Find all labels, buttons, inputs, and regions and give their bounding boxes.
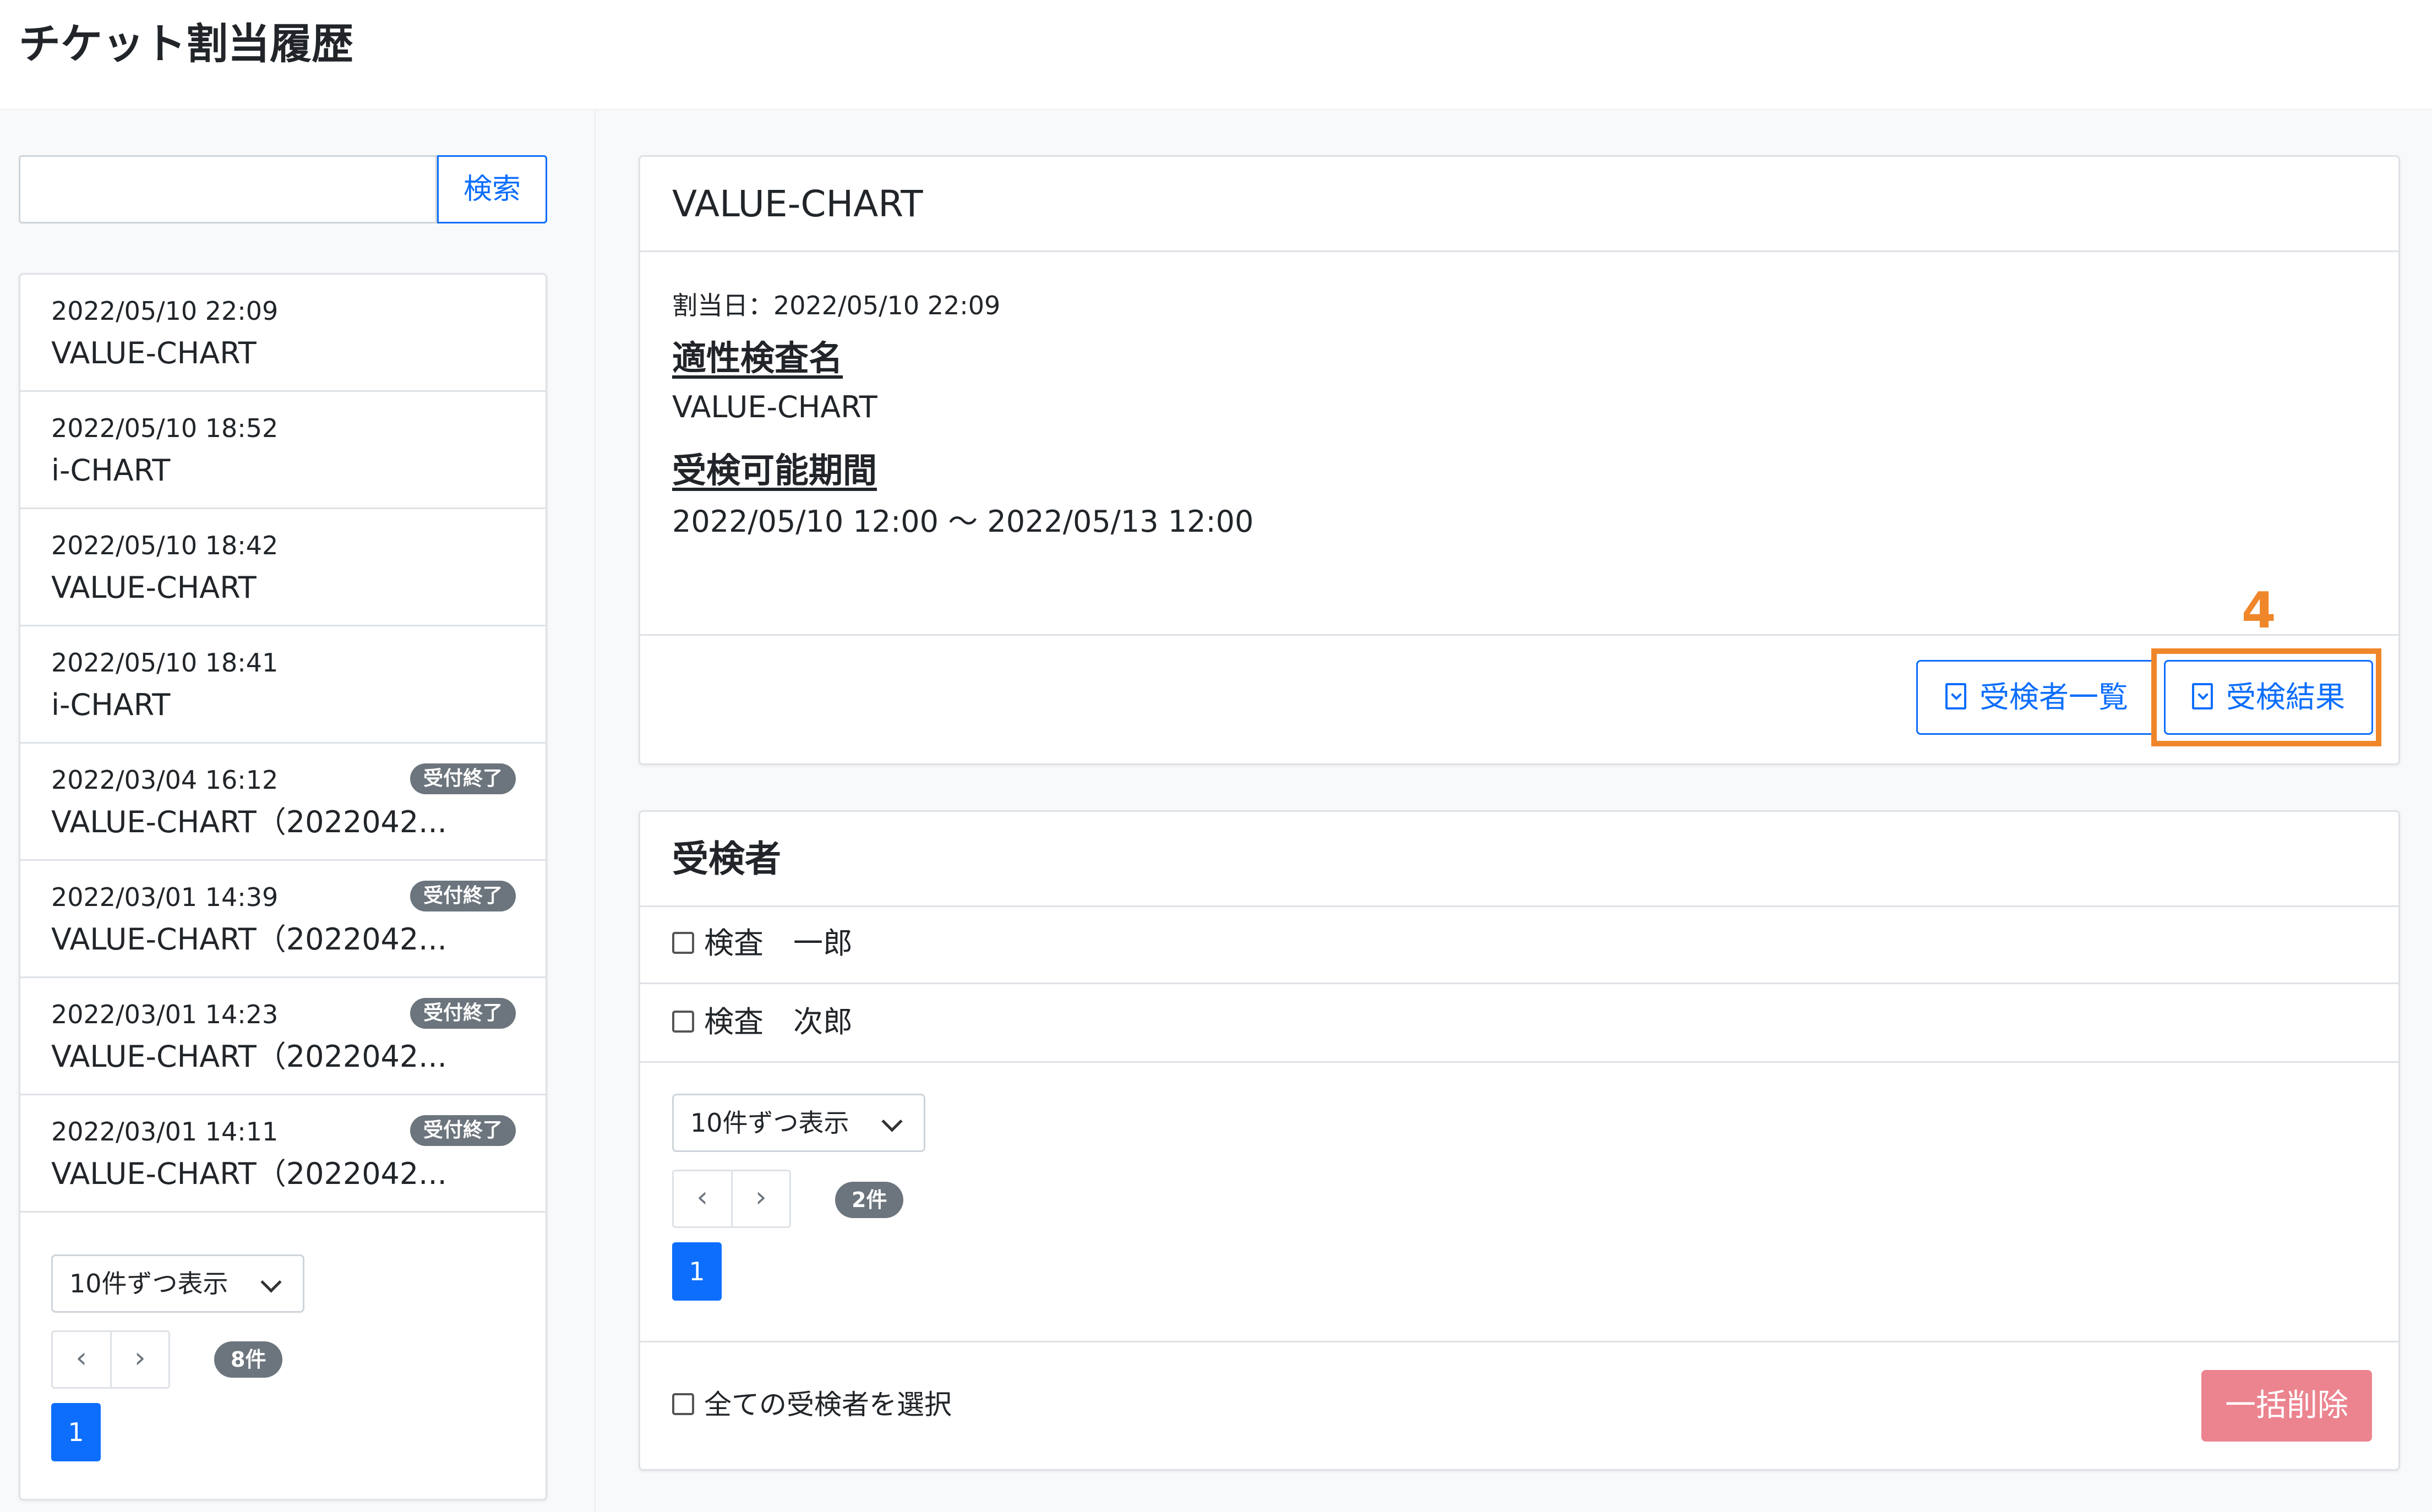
- ticket-detail-card: VALUE-CHART 割当日：2022/05/10 22:09 適性検査名 V…: [639, 155, 2400, 765]
- status-badge-closed: 受付終了: [410, 763, 516, 794]
- history-list-item[interactable]: 2022/05/10 18:52 i-CHART: [20, 392, 546, 509]
- total-count-badge: 2件: [835, 1182, 904, 1218]
- per-page-value: 10件ずつ表示: [690, 1108, 849, 1138]
- examinee-checkbox[interactable]: [672, 1011, 694, 1033]
- history-date: 2022/03/01 14:39: [51, 882, 279, 912]
- examinee-checkbox[interactable]: [672, 932, 694, 954]
- next-page-button[interactable]: ›: [110, 1332, 169, 1387]
- search-input[interactable]: [19, 155, 437, 223]
- ticket-title: VALUE-CHART: [672, 183, 923, 225]
- file-download-icon: [1945, 683, 1966, 709]
- card-footer: 全ての受検者を選択 一括削除: [640, 1341, 2398, 1469]
- history-test-name: VALUE-CHART: [51, 570, 257, 605]
- card-header: 受検者: [640, 812, 2398, 907]
- history-test-name: i-CHART: [51, 687, 171, 722]
- examinee-list-label: 受検者一覧: [1980, 680, 2128, 714]
- history-panel: 検索 2022/05/10 22:09 VALUE-CHART 2022/05/…: [0, 110, 596, 1512]
- period-heading: 受検可能期間: [672, 450, 877, 490]
- history-date: 2022/05/10 22:09: [51, 296, 279, 326]
- prev-page-button[interactable]: ‹: [674, 1171, 731, 1226]
- app-root: チケット割当履歴 検索 2022/05/10 22:09 VALUE-CHART…: [0, 0, 2432, 1512]
- assign-date: 割当日：2022/05/10 22:09: [672, 291, 1001, 320]
- bulk-delete-button[interactable]: 一括削除: [2201, 1370, 2372, 1442]
- status-badge-closed: 受付終了: [410, 998, 516, 1029]
- top-bar: チケット割当履歴: [0, 0, 2432, 110]
- pager-buttons: ‹ ›: [51, 1330, 170, 1389]
- history-test-name: VALUE-CHART: [51, 336, 257, 370]
- status-badge-closed: 受付終了: [410, 1115, 516, 1146]
- history-list: 2022/05/10 22:09 VALUE-CHART 2022/05/10 …: [19, 273, 547, 1500]
- per-page-select[interactable]: 10件ずつ表示: [672, 1094, 925, 1152]
- page-number-1[interactable]: 1: [51, 1403, 101, 1461]
- history-test-name: VALUE-CHART（2022042...: [51, 805, 447, 839]
- per-page-value: 10件ずつ表示: [69, 1269, 228, 1298]
- chevron-down-icon: [260, 1271, 282, 1293]
- page-number-1[interactable]: 1: [672, 1242, 722, 1301]
- history-test-name: VALUE-CHART（2022042...: [51, 1156, 447, 1191]
- history-test-name: VALUE-CHART（2022042...: [51, 1039, 447, 1074]
- select-all-label: 全ての受検者を選択: [704, 1389, 952, 1421]
- history-test-name: i-CHART: [51, 453, 171, 488]
- pager-buttons: ‹ ›: [672, 1170, 791, 1228]
- status-badge-closed: 受付終了: [410, 881, 516, 911]
- history-pagination: 10件ずつ表示 ‹ › 8件 1: [20, 1221, 546, 1497]
- select-all-checkbox[interactable]: [672, 1393, 694, 1415]
- history-date: 2022/03/01 14:23: [51, 1000, 279, 1029]
- card-header: VALUE-CHART: [640, 157, 2398, 252]
- next-page-button[interactable]: ›: [730, 1171, 790, 1226]
- examinee-row: 検査 一郎: [640, 905, 2398, 984]
- history-list-item[interactable]: 2022/03/01 14:11 受付終了 VALUE-CHART（202204…: [20, 1095, 546, 1213]
- search-button[interactable]: 検索: [437, 155, 547, 223]
- history-list-item[interactable]: 2022/05/10 18:42 VALUE-CHART: [20, 509, 546, 626]
- test-name-heading: 適性検査名: [672, 338, 843, 378]
- chevron-down-icon: [881, 1111, 903, 1132]
- history-date: 2022/05/10 18:42: [51, 531, 279, 560]
- examinee-row: 検査 次郎: [640, 984, 2398, 1063]
- step-number-label: 4: [2242, 582, 2276, 640]
- examinees-card: 受検者 検査 一郎 検査 次郎 10件ずつ表示 ‹ › 2件 1 全ての受検者を…: [639, 810, 2400, 1471]
- history-date: 2022/03/04 16:12: [51, 765, 279, 795]
- period-value: 2022/05/10 12:00 〜 2022/05/13 12:00: [672, 504, 1254, 539]
- per-page-select[interactable]: 10件ずつ表示: [51, 1254, 304, 1313]
- history-date: 2022/05/10 18:52: [51, 413, 279, 443]
- history-list-item[interactable]: 2022/05/10 18:41 i-CHART: [20, 626, 546, 744]
- detail-panel: VALUE-CHART 割当日：2022/05/10 22:09 適性検査名 V…: [596, 110, 2432, 1512]
- test-name-value: VALUE-CHART: [672, 390, 877, 424]
- highlight-box: [2151, 648, 2381, 746]
- history-list-item[interactable]: 2022/03/01 14:23 受付終了 VALUE-CHART（202204…: [20, 978, 546, 1095]
- history-test-name: VALUE-CHART（2022042...: [51, 922, 447, 957]
- history-list-item[interactable]: 2022/03/01 14:39 受付終了 VALUE-CHART（202204…: [20, 861, 546, 978]
- card-footer: 受検者一覧 受検結果: [640, 634, 2398, 763]
- history-list-item[interactable]: 2022/03/04 16:12 受付終了 VALUE-CHART（202204…: [20, 744, 546, 861]
- total-count-badge: 8件: [214, 1341, 283, 1378]
- examinee-list-button[interactable]: 受検者一覧: [1916, 660, 2155, 735]
- history-list-item[interactable]: 2022/05/10 22:09 VALUE-CHART: [20, 275, 546, 392]
- page-title: チケット割当履歴: [19, 19, 353, 68]
- prev-page-button[interactable]: ‹: [53, 1332, 110, 1387]
- history-date: 2022/03/01 14:11: [51, 1117, 279, 1147]
- examinees-title: 受検者: [672, 838, 781, 880]
- examinee-name: 検査 一郎: [704, 926, 853, 960]
- history-date: 2022/05/10 18:41: [51, 648, 279, 678]
- examinee-name: 検査 次郎: [704, 1005, 853, 1039]
